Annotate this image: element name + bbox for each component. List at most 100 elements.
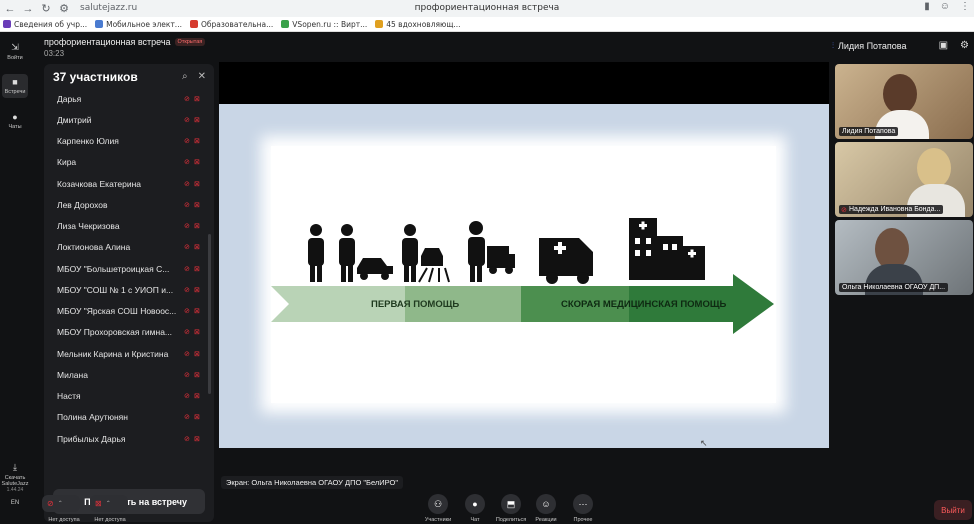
mic-off-icon: ⊘ bbox=[184, 350, 190, 358]
list-item[interactable]: МБОУ "СОШ № 1 с УИОП и... ⊘ ⊠ bbox=[44, 279, 214, 300]
list-item[interactable]: Настя ⊘ ⊠ bbox=[44, 386, 214, 407]
list-item[interactable]: Кира ⊘ ⊠ bbox=[44, 152, 214, 173]
participant-face bbox=[917, 148, 951, 188]
camera-off-icon: ⊠ bbox=[194, 201, 200, 209]
reactions-button[interactable]: ☺ bbox=[536, 494, 556, 514]
cursor-icon: ↖ bbox=[700, 438, 708, 448]
tab-title: профориентационная встреча bbox=[414, 3, 560, 13]
person-icon bbox=[308, 224, 324, 282]
list-item[interactable]: Полина Арутюнян ⊘ ⊠ bbox=[44, 407, 214, 428]
camera-off-icon: ⊠ bbox=[194, 95, 200, 103]
video-tile[interactable]: Лидия Потапова bbox=[835, 64, 973, 139]
participant-face bbox=[883, 74, 917, 114]
camera-off-icon: ⊠ bbox=[194, 308, 200, 316]
browser-toolbar: ← → ↻ ⚙ salutejazz.ru профориентационная… bbox=[0, 0, 974, 17]
mic-off-icon: ⊘ bbox=[184, 329, 190, 337]
list-item[interactable]: Дарья ⊘ ⊠ bbox=[44, 88, 214, 109]
chat-icon: ● bbox=[472, 499, 478, 509]
tile-name: Ольга Николаевна ОГАОУ ДП... bbox=[839, 283, 949, 292]
mic-off-icon: ⊘ bbox=[184, 435, 190, 443]
list-item[interactable]: Козачкова Екатерина ⊘ ⊠ bbox=[44, 173, 214, 194]
camera-off-icon: ⊠ bbox=[194, 159, 200, 167]
video-tile[interactable]: Ольга Николаевна ОГАОУ ДП... bbox=[835, 220, 973, 295]
rail-meetings[interactable]: ■ Встречи bbox=[2, 74, 28, 98]
camera-off-icon: ⊠ bbox=[194, 350, 200, 358]
chevron-up-icon[interactable]: ⌃ bbox=[58, 500, 63, 507]
bookmark-icon bbox=[281, 20, 290, 28]
participants-label: Участники bbox=[424, 517, 452, 523]
list-item[interactable]: Карпенко Юлия ⊘ ⊠ bbox=[44, 131, 214, 152]
active-speaker: ⫶ Лидия Потапова bbox=[832, 41, 907, 51]
list-item[interactable]: МБОУ "Большетроицкая С... ⊘ ⊠ bbox=[44, 258, 214, 279]
download-icon: ⤓ bbox=[13, 462, 17, 472]
list-item[interactable]: Лиза Чекризова ⊘ ⊠ bbox=[44, 216, 214, 237]
more-icon: ⋯ bbox=[578, 498, 588, 509]
bookmark-item[interactable]: Образовательна... bbox=[189, 20, 273, 29]
reactions-label: Реакции bbox=[535, 517, 557, 523]
menu-icon[interactable]: ⋮ bbox=[960, 1, 970, 12]
chat-button[interactable]: ● bbox=[465, 494, 485, 514]
more-button[interactable]: ⋯ bbox=[573, 494, 593, 514]
address-bar[interactable]: salutejazz.ru bbox=[80, 3, 137, 13]
layout-icon[interactable]: ▣ bbox=[939, 40, 948, 51]
rail-exit[interactable]: ⇲ Войти bbox=[0, 42, 30, 61]
bookmark-item[interactable]: Мобильное элект... bbox=[95, 20, 182, 29]
rail-download[interactable]: ⤓ Скачать SaluteJazz bbox=[0, 462, 30, 487]
app-window: ⇲ Войти ■ Встречи ● Чаты ⤓ Скачать Salut… bbox=[0, 32, 974, 524]
mic-off-icon: ⊘ bbox=[184, 116, 190, 124]
share-button[interactable]: ⬒ bbox=[501, 494, 521, 514]
hospital-icon bbox=[629, 218, 705, 280]
mic-off-icon: ⊘ bbox=[184, 159, 190, 167]
leave-button[interactable]: Выйти bbox=[934, 500, 972, 520]
list-item[interactable]: МБОУ "Ярская СОШ Новоос... ⊘ ⊠ bbox=[44, 301, 214, 322]
list-item[interactable]: МБОУ Прохоровская гимна... ⊘ ⊠ bbox=[44, 322, 214, 343]
meeting-timer: 03:23 bbox=[44, 49, 65, 58]
mic-off-icon: ⊘ bbox=[47, 499, 54, 508]
camera-off-icon: ⊠ bbox=[194, 329, 200, 337]
mic-button[interactable]: ⊘ ⌃ bbox=[42, 495, 80, 512]
list-item[interactable]: Дмитрий ⊘ ⊠ bbox=[44, 109, 214, 130]
chevron-up-icon[interactable]: ⌃ bbox=[106, 500, 111, 507]
back-icon[interactable]: ← bbox=[2, 1, 18, 17]
close-icon[interactable]: ✕ bbox=[198, 71, 206, 82]
list-item[interactable]: Лев Дорохов ⊘ ⊠ bbox=[44, 194, 214, 215]
tile-name: Лидия Потапова bbox=[839, 127, 899, 136]
search-icon[interactable]: ⌕ bbox=[182, 71, 188, 82]
list-item[interactable]: Милана ⊘ ⊠ bbox=[44, 364, 214, 385]
mic-off-icon: ⊘ bbox=[184, 265, 190, 273]
share-screen-icon: ⬒ bbox=[506, 498, 516, 509]
camera-button[interactable]: ⊠ ⌃ bbox=[90, 495, 128, 512]
bookmark-item[interactable]: VSopen.ru :: Вирт... bbox=[281, 20, 367, 29]
mic-off-icon: ⊘ bbox=[184, 223, 190, 231]
list-item[interactable]: Локтионова Алина ⊘ ⊠ bbox=[44, 237, 214, 258]
meeting-title: профориентационная встреча Открытая bbox=[44, 37, 206, 47]
mic-off-icon: ⊘ bbox=[184, 95, 190, 103]
list-item[interactable]: Прибылых Дарья ⊘ ⊠ bbox=[44, 428, 214, 449]
mic-label: Нет доступа bbox=[48, 517, 80, 523]
status-badge: Открытая bbox=[174, 38, 206, 46]
camera-off-icon: ⊠ bbox=[95, 499, 102, 508]
list-item[interactable]: Мельник Карина и Кристина ⊘ ⊠ bbox=[44, 343, 214, 364]
settings-icon[interactable]: ⚙ bbox=[960, 40, 969, 51]
slide-graphic: ПЕРВАЯ ПОМОЩЬ СКОРАЯ МЕДИЦИНСКАЯ ПОМОЩЬ bbox=[271, 218, 774, 334]
camera-off-icon: ⊠ bbox=[194, 138, 200, 146]
reload-icon[interactable]: ↻ bbox=[38, 1, 54, 17]
share-label-button: Поделиться bbox=[495, 517, 527, 523]
bookmark-item[interactable]: Сведения об учр... bbox=[3, 20, 87, 29]
mic-off-icon: ⊘ bbox=[184, 180, 190, 188]
profile-icon[interactable]: ☺ bbox=[940, 1, 950, 12]
people-icon: ⚇ bbox=[433, 498, 443, 509]
forward-icon[interactable]: → bbox=[20, 1, 36, 17]
bookmark-item[interactable]: 45 вдохновляющ... bbox=[375, 20, 461, 29]
more-label: Прочее bbox=[573, 517, 593, 523]
rail-chats[interactable]: ● Чаты bbox=[0, 112, 30, 130]
scrollbar[interactable] bbox=[208, 234, 211, 394]
participants-header: 37 участников bbox=[53, 70, 138, 84]
left-rail: ⇲ Войти ■ Встречи ● Чаты ⤓ Скачать Salut… bbox=[0, 32, 30, 524]
site-info-icon[interactable]: ⚙ bbox=[56, 1, 72, 17]
participants-button[interactable]: ⚇ bbox=[428, 494, 448, 514]
bookmark-icon[interactable]: ▮ bbox=[924, 1, 930, 12]
mic-off-icon: ⊘ bbox=[184, 371, 190, 379]
video-tile[interactable]: ⊘ Надежда Ивановна Бонда... bbox=[835, 142, 973, 217]
bookmark-icon bbox=[3, 20, 11, 28]
